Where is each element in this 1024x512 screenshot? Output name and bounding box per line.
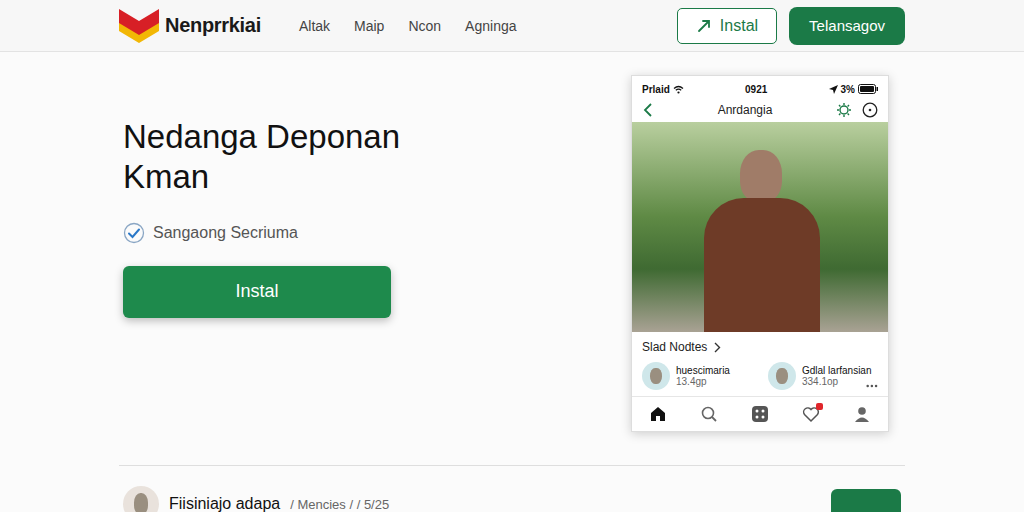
hero-copy: Nedanga DeponanKman Sangaong Secriuma Inst… [119, 75, 400, 432]
status-bar: Prlaid09213% [632, 76, 888, 98]
chevron-logo-icon [119, 9, 159, 43]
phone-mockup: Prlaid09213%AnrdangiaSlad Nodteshuescima… [631, 75, 889, 432]
top-nav: Nenprrkiai Altak Maip Ncon Agninga Instal Tela… [0, 0, 1024, 52]
back-icon[interactable] [642, 103, 654, 117]
nav-actions: Instal Telansagov [677, 7, 905, 45]
notification-badge [816, 403, 823, 410]
brand-name: Nenprrkiai [165, 14, 261, 37]
info-icon[interactable] [862, 102, 878, 118]
landing-page: Nenprrkiai Altak Maip Ncon Agninga Instal Tela… [0, 0, 1024, 512]
battery-icon [858, 84, 878, 94]
feature-item: Sangaong Secriuma [123, 222, 400, 244]
location-icon [829, 85, 838, 94]
primary-nav-button[interactable]: Telansagov [789, 7, 905, 45]
nav-links: Altak Maip Ncon Agninga [299, 18, 517, 34]
install-button[interactable]: Instal [123, 266, 391, 318]
tab-item[interactable] [645, 401, 671, 427]
user-list: huescimaria13.4gp Gdlal larfansian334.1op [632, 358, 888, 396]
divider [119, 465, 905, 466]
nav-link[interactable]: Altak [299, 18, 330, 34]
post-row: Fiisiniajo adapa/ Mencies / / 5/25 [119, 466, 905, 512]
profile-photo [632, 122, 888, 332]
hero-title: Nedanga DeponanKman [123, 117, 400, 198]
wifi-icon [673, 85, 684, 94]
tab-item[interactable] [696, 401, 722, 427]
search-icon [700, 405, 718, 423]
tab-item[interactable] [798, 401, 824, 427]
home-icon [649, 405, 667, 423]
arrow-icon [696, 18, 712, 34]
tab-bar [632, 396, 888, 431]
person-icon [853, 405, 871, 423]
section-link[interactable]: Slad Nodtes [632, 332, 888, 358]
user-item[interactable]: huescimaria13.4gp [642, 362, 752, 390]
nav-link[interactable]: Agninga [465, 18, 516, 34]
install-outline-button[interactable]: Instal [677, 8, 777, 44]
check-circle-icon [123, 222, 145, 244]
app-header: Anrdangia [632, 98, 888, 122]
user-item[interactable]: Gdlal larfansian334.1op [768, 362, 878, 390]
hero-section: Nedanga DeponanKman Sangaong Secriuma Inst… [119, 52, 905, 432]
author-avatar-icon [123, 486, 159, 512]
nav-link[interactable]: Ncon [408, 18, 441, 34]
post-action-button[interactable] [831, 489, 901, 512]
avatar-icon [768, 362, 796, 390]
settings-icon[interactable] [836, 102, 852, 118]
avatar-icon [642, 362, 670, 390]
tab-item[interactable] [849, 401, 875, 427]
chevron-right-icon [713, 342, 721, 353]
tab-item[interactable] [747, 401, 773, 427]
grid-icon [751, 405, 769, 423]
nav-link[interactable]: Maip [354, 18, 384, 34]
brand-logo[interactable]: Nenprrkiai [119, 9, 261, 43]
more-icon[interactable] [866, 384, 878, 388]
